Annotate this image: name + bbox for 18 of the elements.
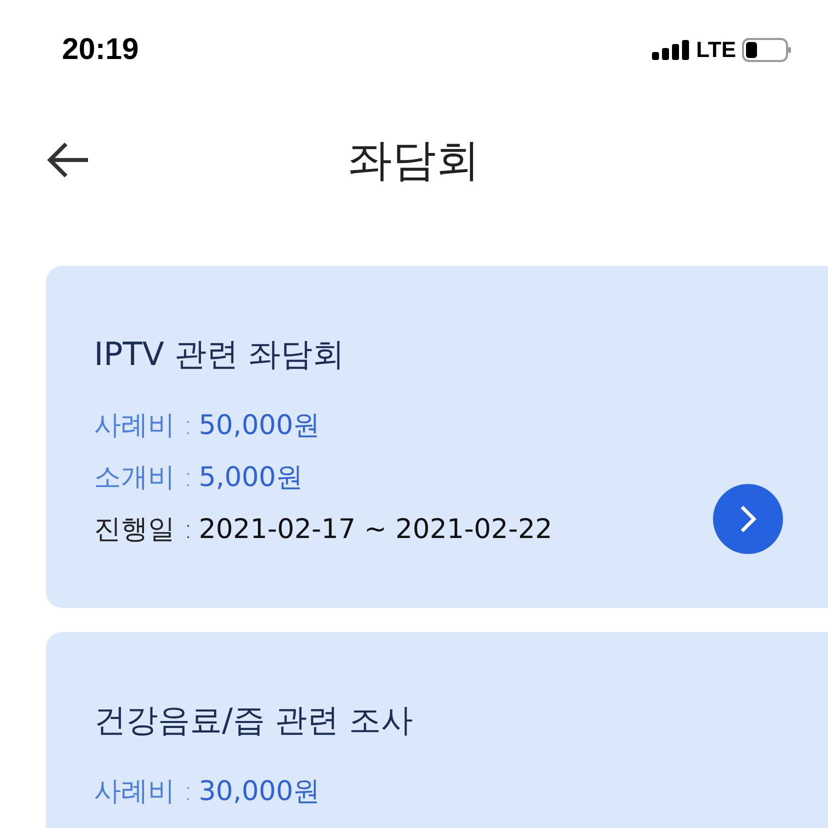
detail-label: 사례비 : [94,775,193,809]
page-title: 좌담회 [348,134,480,188]
survey-card[interactable]: 건강음료/즙 관련 조사 사례비 : 30,000원 [46,632,828,828]
detail-value: 50,000원 [198,409,320,443]
detail-value: 30,000원 [198,775,320,809]
network-label: LTE [696,37,736,63]
chevron-right-icon [738,504,758,534]
battery-icon [742,38,792,62]
detail-label: 진행일 : [94,513,193,547]
detail-label: 소개비 : [94,461,193,495]
card-title: IPTV 관련 좌담회 [94,334,346,374]
card-title: 건강음료/즙 관련 조사 [94,700,414,740]
status-time: 20:19 [62,33,139,67]
survey-card[interactable]: IPTV 관련 좌담회 사례비 : 50,000원 소개비 : 5,000원 진행일 : 2021-02-17 ~ 2021-02-22 [46,266,828,608]
detail-value: 5,000원 [198,461,303,495]
detail-label: 사례비 : [94,409,193,443]
signal-icon [652,40,690,60]
detail-value: 2021-02-17 ~ 2021-02-22 [198,513,552,547]
